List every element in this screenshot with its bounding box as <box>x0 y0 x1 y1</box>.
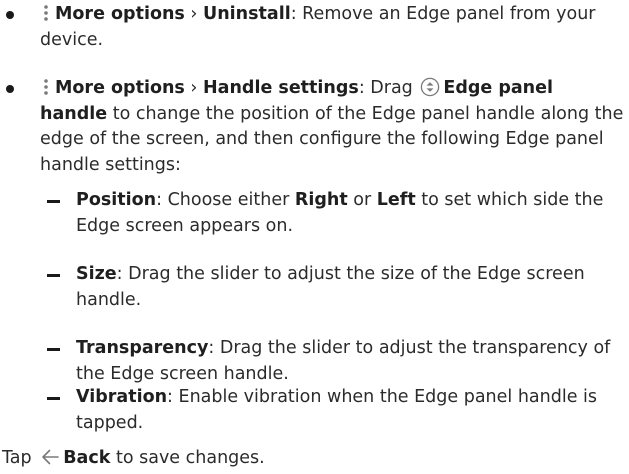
handle-settings-description-pre: : Drag <box>358 78 413 98</box>
dash-bullet <box>47 397 60 400</box>
uninstall-label: Uninstall <box>203 4 291 24</box>
sub-item-position: Position: Choose either Right or Left to… <box>47 188 621 239</box>
more-options-label: More options <box>55 78 185 98</box>
sub-item-transparency: Transparency: Drag the slider to adjust … <box>47 336 621 387</box>
tap-text: Tap <box>2 448 32 468</box>
bullet-uninstall: More options › Uninstall: Remove an Edge… <box>6 2 625 53</box>
bullet-handle-settings: More options › Handle settings: Drag Edg… <box>6 76 625 178</box>
handle-settings-label: Handle settings <box>203 78 359 98</box>
option-right: Right <box>294 190 348 210</box>
vibration-term: Vibration <box>76 387 168 407</box>
path-separator: › <box>190 4 198 24</box>
position-term: Position <box>76 190 157 210</box>
dash-bullet <box>47 274 60 277</box>
handle-settings-description-post: to change the position of the Edge panel… <box>40 103 624 175</box>
bullet-dot <box>6 85 14 93</box>
more-options-icon <box>44 79 48 95</box>
option-left: Left <box>376 190 416 210</box>
size-term: Size <box>76 264 117 284</box>
more-options-icon <box>44 5 48 21</box>
sub-item-size: Size: Drag the slider to adjust the size… <box>47 262 621 313</box>
back-arrow-icon <box>42 449 60 465</box>
bullet-dot <box>6 11 14 19</box>
back-instruction: Tap Back to save changes. <box>2 446 622 472</box>
save-changes-text: to save changes. <box>115 448 265 468</box>
transparency-term: Transparency <box>76 338 209 358</box>
size-description: : Drag the slider to adjust the size of … <box>76 264 585 310</box>
edge-panel-handle-icon <box>421 77 440 97</box>
dash-bullet <box>47 200 60 203</box>
back-label: Back <box>63 448 111 468</box>
sub-item-vibration: Vibration: Enable vibration when the Edg… <box>47 385 621 436</box>
path-separator: › <box>190 78 198 98</box>
position-desc-mid: or <box>347 190 377 210</box>
dash-bullet <box>47 348 60 351</box>
position-desc-pre: : Choose either <box>156 190 295 210</box>
more-options-label: More options <box>55 4 185 24</box>
